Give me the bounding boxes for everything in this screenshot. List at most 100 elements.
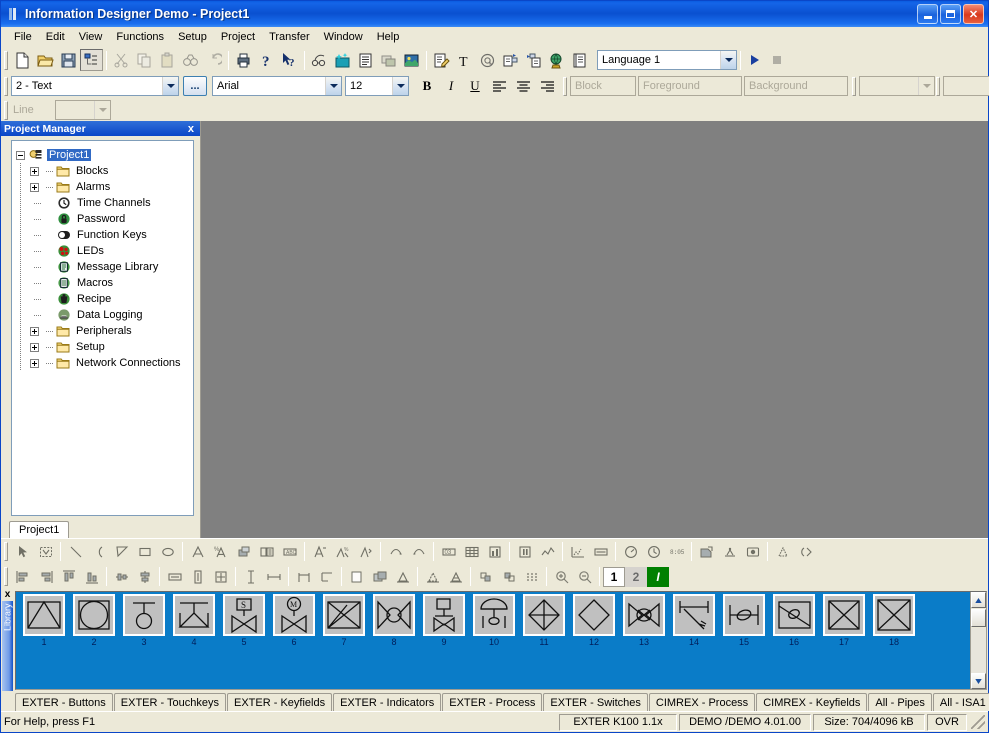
bar-graph-icon[interactable] [483, 541, 506, 563]
space-vertical-icon[interactable] [239, 566, 262, 588]
library-symbol[interactable]: 7 [319, 594, 369, 648]
polyline-tool-icon[interactable] [110, 541, 133, 563]
table-icon[interactable] [460, 541, 483, 563]
zoom-out-icon[interactable] [573, 566, 596, 588]
symbol-tee-circle-icon[interactable] [123, 594, 165, 636]
same-width-icon[interactable] [163, 566, 186, 588]
digital-clock-icon[interactable]: 8:05 [665, 541, 688, 563]
symbol-triangle-right-icon[interactable] [823, 594, 865, 636]
menu-item-setup[interactable]: Setup [171, 29, 214, 45]
symbol-icon[interactable] [232, 541, 255, 563]
library-symbol[interactable]: 10 [469, 594, 519, 648]
at-sign-icon[interactable] [476, 49, 499, 71]
glasses-icon[interactable] [308, 49, 331, 71]
symbol-dome-valve-icon[interactable] [473, 594, 515, 636]
button-widget-icon[interactable] [741, 541, 764, 563]
tree-item-peripherals[interactable]: Peripherals [16, 323, 191, 339]
center-vertical-icon[interactable] [133, 566, 156, 588]
analog-numeric-icon[interactable] [308, 541, 331, 563]
toolbar-grip[interactable] [563, 76, 567, 96]
rectangle-tool-icon[interactable] [133, 541, 156, 563]
library-symbol[interactable]: 2 [69, 594, 119, 648]
project-tree[interactable]: Project1 Blocks Alarms Time Channels Passwor… [11, 140, 194, 516]
align-left-button[interactable] [487, 75, 511, 97]
toolbar-grip[interactable] [4, 76, 8, 96]
macro-widget-icon[interactable] [794, 541, 817, 563]
trend-icon[interactable] [536, 541, 559, 563]
toolbar-grip[interactable] [4, 100, 8, 120]
scroll-down-icon[interactable] [971, 673, 986, 689]
resize-grip[interactable] [971, 715, 985, 729]
expand-icon[interactable] [30, 326, 39, 336]
library-tab-exter-switches[interactable]: EXTER - Switches [543, 693, 648, 711]
scrollbar-thumb[interactable] [971, 609, 986, 627]
italic-button[interactable]: I [439, 75, 463, 97]
flip-icon[interactable] [444, 566, 467, 588]
close-icon[interactable]: x [5, 589, 11, 600]
library-symbol[interactable]: 18 [869, 594, 919, 648]
toolbar-grip[interactable] [852, 76, 856, 96]
bring-front-icon[interactable] [345, 566, 368, 588]
collapse-icon[interactable] [16, 150, 25, 160]
align-center-button[interactable] [511, 75, 535, 97]
rotate-left-icon[interactable] [474, 566, 497, 588]
speedometer-icon[interactable] [619, 541, 642, 563]
list-lines-icon[interactable] [354, 49, 377, 71]
trend-viewer-icon[interactable] [718, 541, 741, 563]
chevron-down-icon[interactable] [720, 51, 736, 69]
symbol-diamond-icon[interactable] [573, 594, 615, 636]
page-button-1[interactable]: 1 [603, 566, 625, 587]
tree-item-leds[interactable]: LEDs [16, 243, 191, 259]
menu-item-window[interactable]: Window [317, 29, 370, 45]
send-back-icon[interactable] [368, 566, 391, 588]
symbol-s-box-valve-icon[interactable]: S [223, 594, 265, 636]
tree-item-data-logging[interactable]: Data Logging [16, 307, 191, 323]
help-question-icon[interactable]: ? [255, 49, 278, 71]
static-text-icon[interactable] [186, 541, 209, 563]
analog-slider-icon[interactable] [354, 541, 377, 563]
same-size-icon[interactable] [209, 566, 232, 588]
library-tab-exter-keyfields[interactable]: EXTER - Keyfields [227, 693, 333, 711]
library-symbol[interactable]: 3 [119, 594, 169, 648]
expand-icon[interactable] [30, 166, 39, 176]
library-tab-exter-process[interactable]: EXTER - Process [442, 693, 543, 711]
block-select-combo[interactable]: 2 - Text [11, 76, 179, 96]
block-field[interactable]: Block [570, 76, 636, 96]
symbol-square-valve-icon[interactable] [423, 594, 465, 636]
symbol-crossed-box-icon[interactable] [323, 594, 365, 636]
symbol-triangle-n-box-icon[interactable] [23, 594, 65, 636]
symbol-bowtie-circle-icon[interactable] [373, 594, 415, 636]
paste-icon[interactable] [156, 49, 179, 71]
align-bottom-icon[interactable] [80, 566, 103, 588]
multiple-choice-icon[interactable] [771, 541, 794, 563]
library-symbol[interactable]: 15 [719, 594, 769, 648]
chevron-down-icon[interactable] [918, 77, 934, 95]
symbol-big-x-box-icon[interactable] [873, 594, 915, 636]
library-tab-cimrex-keyfields[interactable]: CIMREX - Keyfields [756, 693, 868, 711]
library-icon[interactable] [568, 49, 591, 71]
background-field[interactable]: Background [744, 76, 848, 96]
alarm-banner-icon[interactable] [695, 541, 718, 563]
foreground-field[interactable]: Foreground [638, 76, 742, 96]
expand-icon[interactable] [30, 358, 39, 368]
context-help-icon[interactable]: ? [278, 49, 301, 71]
block-paste-icon[interactable] [522, 49, 545, 71]
digital-text-icon[interactable]: 03 [437, 541, 460, 563]
jump-back-icon[interactable] [407, 541, 430, 563]
chevron-down-icon[interactable] [162, 77, 178, 95]
library-tab-exter-indicators[interactable]: EXTER - Indicators [333, 693, 442, 711]
center-horizontal-icon[interactable] [110, 566, 133, 588]
menu-item-edit[interactable]: Edit [39, 29, 72, 45]
line-tool-icon[interactable] [64, 541, 87, 563]
ungroup-icon[interactable] [421, 566, 444, 588]
library-tab-exter-touchkeys[interactable]: EXTER - Touchkeys [113, 693, 226, 711]
tree-item-network-connections[interactable]: Network Connections [16, 355, 191, 371]
toolbar-grip[interactable] [4, 567, 8, 586]
font-family-combo[interactable]: Arial [212, 76, 342, 96]
run-button[interactable] [744, 49, 766, 71]
block-copy-icon[interactable] [499, 49, 522, 71]
make-vertical-icon[interactable] [292, 566, 315, 588]
dynamic-text-icon[interactable]: % [209, 541, 232, 563]
page-button-2[interactable]: 2 [625, 566, 647, 587]
menu-item-help[interactable]: Help [370, 29, 407, 45]
